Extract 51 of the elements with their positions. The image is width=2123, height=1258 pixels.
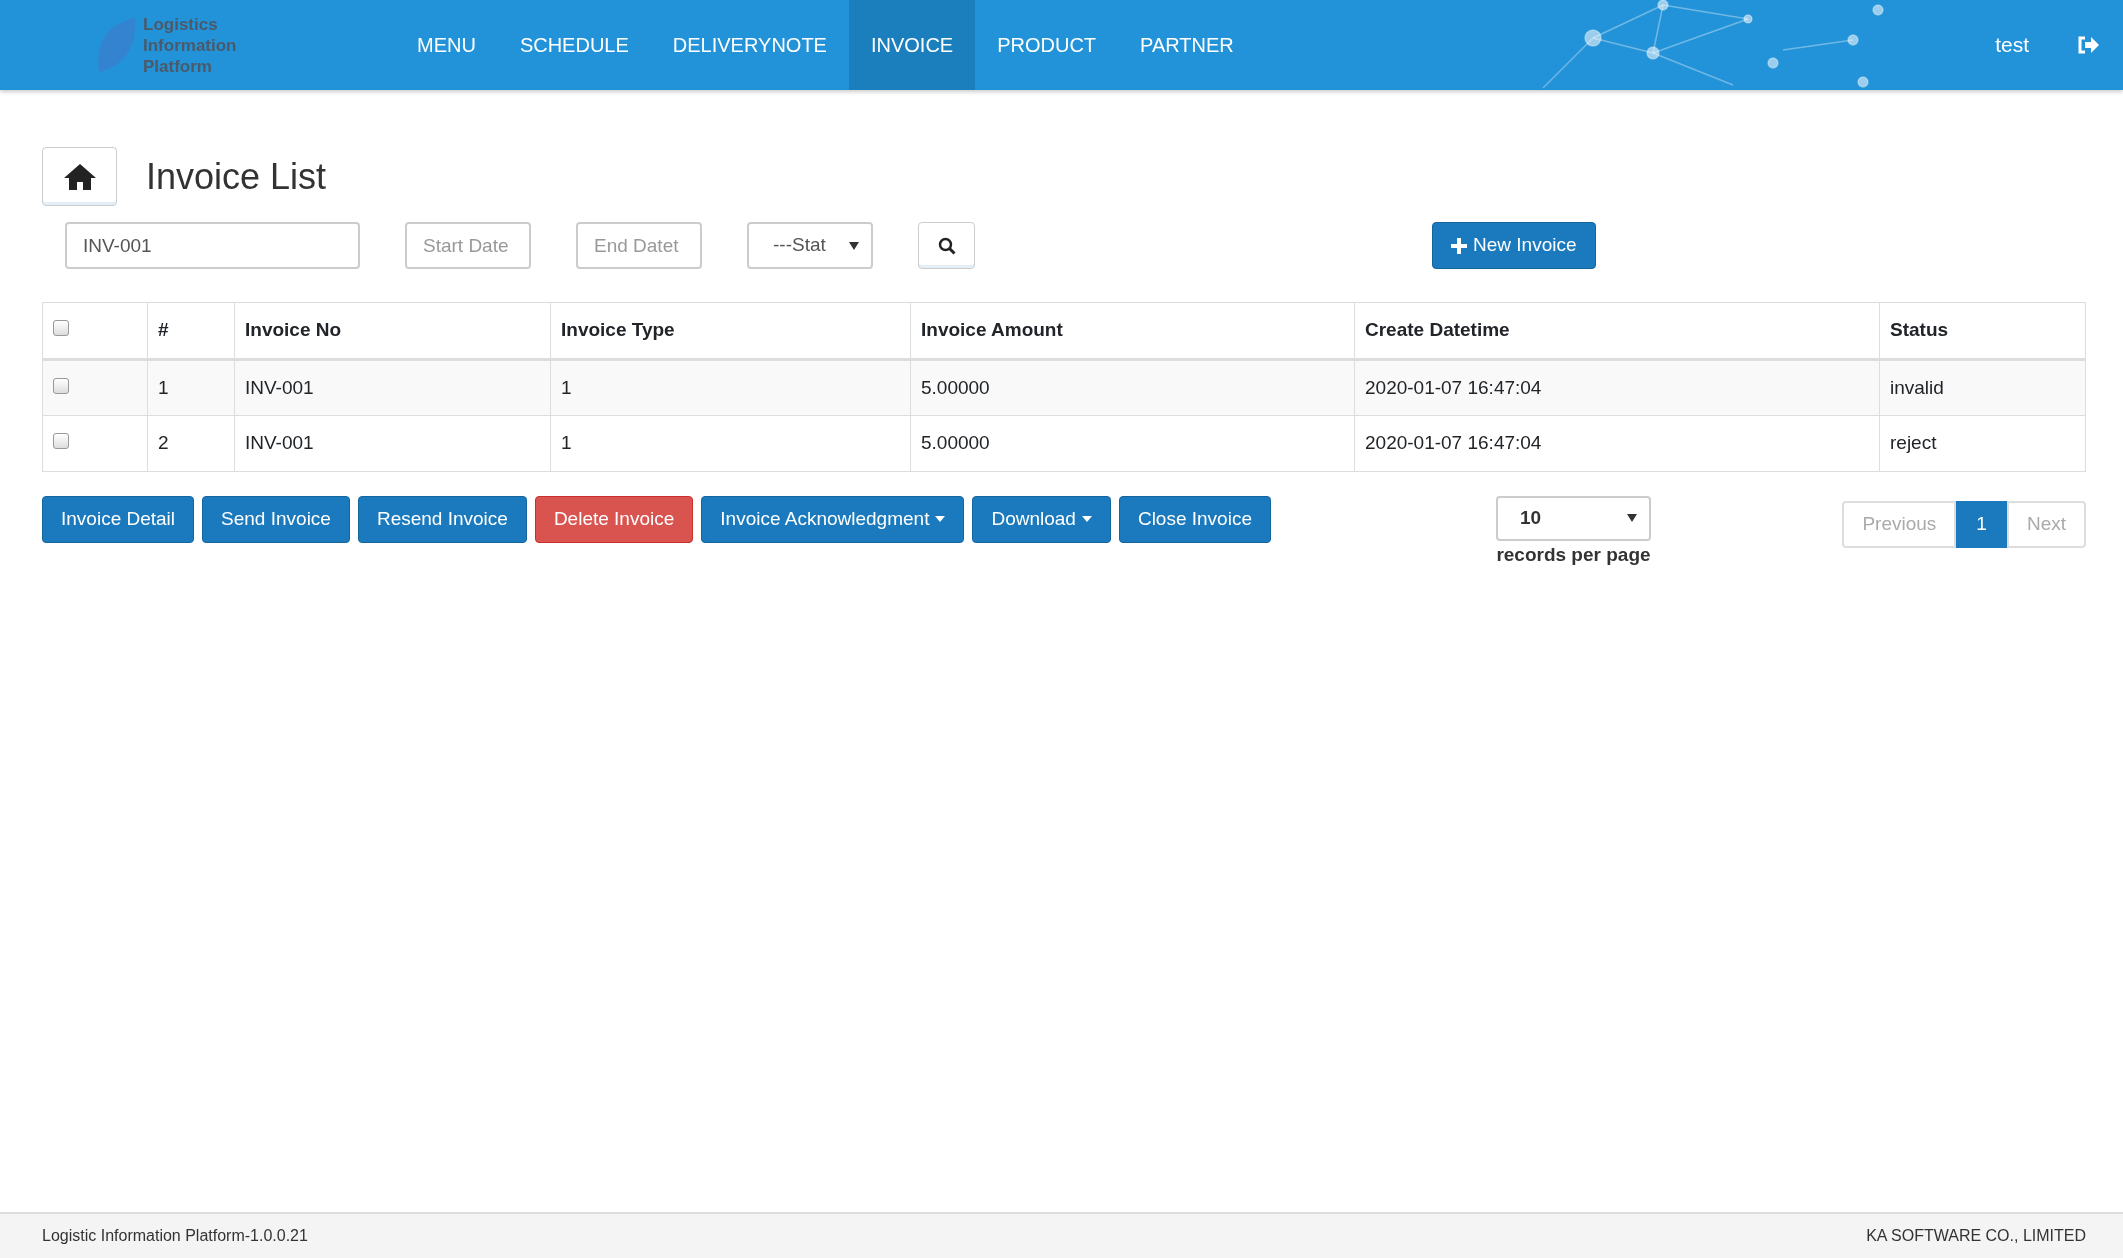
select-all-checkbox[interactable] [53, 320, 69, 336]
nav-tab[interactable]: SCHEDULE [497, 0, 651, 90]
table-cell: 2020-01-07 16:47:04 [1354, 359, 1880, 416]
action-button[interactable]: Resend Invoice [357, 495, 527, 543]
table-cell: invalid [1879, 359, 2086, 416]
table-cell: 5.00000 [910, 415, 1355, 471]
dropdown-button[interactable]: Download [972, 495, 1111, 543]
invoice-number-field[interactable]: INV-001 [65, 222, 360, 269]
plus-icon [1451, 237, 1467, 254]
logout-icon[interactable] [2077, 36, 2099, 54]
table-cell: 1 [550, 359, 911, 416]
dropdown-button[interactable]: Invoice Acknowledgment [701, 495, 965, 543]
nav-tab[interactable]: PARTNER [1118, 0, 1256, 90]
row-checkbox[interactable] [53, 433, 69, 449]
page-link[interactable]: 1 [1956, 500, 2007, 548]
action-button[interactable]: Send Invoice [202, 495, 350, 543]
nav-tab[interactable]: DELIVERYNOTE [650, 0, 849, 90]
page-size-select[interactable]: 10 [1496, 495, 1651, 541]
version-text: Logistic Information Platform-1.0.0.21 [42, 1226, 308, 1246]
caret-icon [1081, 516, 1092, 522]
table-cell: 1 [550, 415, 911, 471]
caret-icon [849, 241, 859, 250]
nav-tab[interactable]: INVOICE [848, 0, 976, 90]
row-checkbox[interactable] [53, 377, 69, 394]
status-select[interactable]: ---Stat [747, 222, 873, 269]
table-cell: 1 [147, 359, 235, 416]
page-title: Invoice List [146, 154, 327, 199]
table-cell: 2020-01-07 16:47:04 [1354, 415, 1880, 471]
user-name-link[interactable]: test [1995, 29, 2029, 61]
start-date-field[interactable]: Start Date [405, 222, 531, 269]
page-size-label: records per page [1496, 542, 1651, 567]
table-cell: 5.00000 [910, 359, 1355, 416]
table-cell: INV-001 [234, 415, 551, 471]
end-date-field[interactable]: End Datet [576, 222, 702, 269]
search-icon [937, 236, 956, 255]
nav-tab[interactable]: PRODUCT [975, 0, 1119, 90]
table-cell: 2 [147, 415, 235, 471]
logo-text: Logistics Information Platform [143, 13, 237, 77]
delete-button[interactable]: Delete Invoice [534, 495, 694, 543]
action-button[interactable]: Invoice Detail [42, 495, 195, 543]
home-button[interactable] [42, 147, 117, 206]
search-button[interactable] [918, 222, 975, 269]
table-cell: INV-001 [234, 359, 551, 416]
caret-icon [1627, 514, 1637, 522]
new-invoice-button[interactable]: New Invoice [1432, 222, 1596, 269]
caret-icon [935, 516, 946, 522]
company-text: KA SOFTWARE CO., LIMITED [1866, 1226, 2086, 1246]
action-button[interactable]: Close Invoice [1118, 495, 1271, 543]
table-cell: reject [1879, 415, 2086, 471]
home-icon [62, 162, 97, 191]
nav-tab[interactable]: MENU [395, 0, 498, 90]
